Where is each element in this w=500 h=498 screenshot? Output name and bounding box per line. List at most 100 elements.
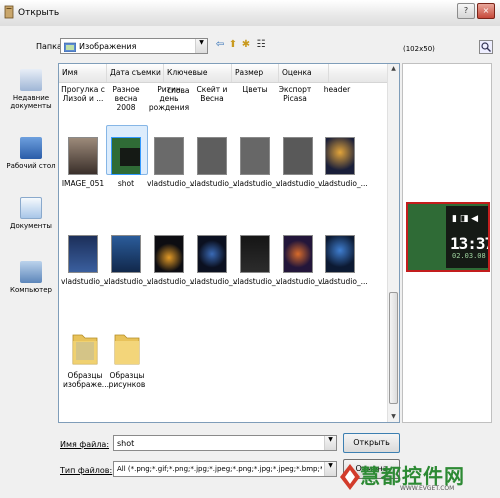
list-item[interactable]: Ритин день рождения <box>147 85 191 112</box>
item-label: Прогулка с Лизой и ... <box>61 85 105 103</box>
desktop-icon <box>20 137 42 159</box>
folder-icon <box>72 334 98 365</box>
item-label: Образцы рисунков <box>108 371 146 389</box>
column-size[interactable]: Размер <box>232 64 279 82</box>
preview-image: ▮ ◨ ◀ 13:37 02.03.08 <box>406 202 490 272</box>
list-item[interactable]: vladstudio_... <box>147 137 197 188</box>
close-button[interactable]: × <box>477 3 495 19</box>
item-label: vladstudio_... <box>318 179 368 188</box>
image-thumbnail <box>154 235 184 273</box>
list-item[interactable]: Цветы <box>233 85 277 94</box>
views-menu-icon[interactable]: ☷ <box>253 38 269 52</box>
chevron-down-icon[interactable]: ▼ <box>324 436 336 450</box>
image-thumbnail <box>283 235 313 273</box>
place-recent-documents[interactable]: Недавние документы <box>6 69 56 110</box>
item-label: Ритин день рождения <box>148 85 190 112</box>
filename-input[interactable]: shot ▼ <box>113 435 337 451</box>
place-computer[interactable]: Компьютер <box>6 261 56 294</box>
item-label: Разное весна 2008 <box>112 85 140 112</box>
image-thumbnail <box>325 137 355 175</box>
item-label: shot <box>117 179 135 188</box>
preview-clock-date: 02.03.08 <box>452 252 486 260</box>
item-label: Экспорт Picasa <box>278 85 312 103</box>
list-item[interactable]: vladstudio_... <box>190 137 240 188</box>
list-item[interactable]: vladstudio_... <box>61 235 111 286</box>
recent-docs-icon <box>20 69 42 91</box>
place-label: Недавние документы <box>10 94 52 110</box>
column-keywords[interactable]: Ключевые слова <box>164 64 232 95</box>
up-folder-icon[interactable]: ⬆ <box>227 38 239 52</box>
watermark: 慧都控件网 WWW.EVGET.COM <box>338 458 498 498</box>
list-item[interactable]: vladstudio_... <box>318 235 368 286</box>
pictures-folder-icon <box>64 42 76 52</box>
place-desktop[interactable]: Рабочий стол <box>6 137 56 170</box>
list-item[interactable]: vladstudio_... <box>104 235 154 286</box>
image-thumbnail <box>154 137 184 175</box>
image-thumbnail <box>197 137 227 175</box>
folder-icon <box>114 334 140 365</box>
image-thumbnail <box>68 137 98 175</box>
folder-item[interactable]: Образцы рисунков <box>105 327 149 389</box>
item-label: Скейт и Весна <box>196 85 228 103</box>
list-item[interactable]: vladstudio_... <box>233 137 283 188</box>
item-label: Цветы <box>242 85 268 94</box>
item-label: header <box>323 85 351 94</box>
list-item[interactable]: vladstudio_... <box>276 235 326 286</box>
place-label: Документы <box>10 222 52 230</box>
list-item[interactable]: IMAGE_051 <box>61 137 105 188</box>
list-item[interactable]: vladstudio_... <box>318 137 368 188</box>
list-item[interactable]: vladstudio_... <box>190 235 240 286</box>
scroll-down-icon[interactable]: ▼ <box>388 412 399 422</box>
list-item[interactable]: vladstudio_... <box>233 235 283 286</box>
filetype-value: All (*.png;*.gif;*.png;*.jpg;*.jpeg;*.pn… <box>117 465 322 473</box>
chevron-down-icon[interactable]: ▼ <box>195 39 207 53</box>
folder-value: Изображения <box>79 42 137 51</box>
image-thumbnail <box>197 235 227 273</box>
folder-combo[interactable]: Изображения ▼ <box>60 38 208 54</box>
list-item[interactable]: Разное весна 2008 <box>104 85 148 112</box>
title-bar: Открыть ? × <box>0 0 500 26</box>
app-icon <box>4 5 14 19</box>
scrollbar-thumb[interactable] <box>389 292 398 404</box>
column-rating[interactable]: Оценка <box>279 64 329 82</box>
window-title: Открыть <box>18 8 60 18</box>
list-item[interactable]: Прогулка с Лизой и ... <box>61 85 105 103</box>
image-thumbnail <box>240 235 270 273</box>
computer-icon <box>20 261 42 283</box>
image-thumbnail <box>283 137 313 175</box>
list-item[interactable]: Экспорт Picasa <box>273 85 317 103</box>
filename-label: Имя файла: <box>60 440 110 449</box>
image-thumbnail <box>325 235 355 273</box>
places-bar: Недавние документы Рабочий стол Документ… <box>6 63 56 423</box>
image-thumbnail <box>68 235 98 273</box>
documents-icon <box>20 197 42 219</box>
preview-clock-time: 13:37 <box>450 234 490 253</box>
list-item[interactable]: header <box>315 85 359 94</box>
list-item[interactable]: vladstudio_... <box>276 137 326 188</box>
image-thumbnail <box>111 235 141 273</box>
preview-size-label: (102x50) <box>403 45 435 53</box>
back-icon[interactable]: ⇦ <box>214 38 226 52</box>
folder-item[interactable]: Образцы изображе... <box>63 327 109 389</box>
scroll-up-icon[interactable]: ▲ <box>388 64 399 74</box>
new-folder-icon[interactable]: ✱ <box>240 38 252 52</box>
column-name[interactable]: Имя <box>59 64 107 82</box>
list-item-selected[interactable]: shot <box>104 137 148 188</box>
file-list[interactable]: Имя Дата съемки Ключевые слова Размер Оц… <box>58 63 400 423</box>
watermark-url: WWW.EVGET.COM <box>400 485 455 492</box>
filetype-select[interactable]: All (*.png;*.gif;*.png;*.jpg;*.jpeg;*.pn… <box>113 461 337 477</box>
vertical-scrollbar[interactable]: ▲ ▼ <box>387 64 399 422</box>
image-thumbnail <box>240 137 270 175</box>
place-label: Рабочий стол <box>6 162 56 170</box>
column-date-taken[interactable]: Дата съемки <box>107 64 164 82</box>
help-button[interactable]: ? <box>457 3 475 19</box>
place-documents[interactable]: Документы <box>6 197 56 230</box>
preview-settings-icon[interactable] <box>479 40 493 54</box>
item-label: Образцы изображе... <box>63 371 109 389</box>
place-label: Компьютер <box>10 286 52 294</box>
list-item[interactable]: Скейт и Весна <box>190 85 234 103</box>
column-header: Имя Дата съемки Ключевые слова Размер Оц… <box>59 64 388 95</box>
open-button[interactable]: Открыть <box>343 433 400 453</box>
chevron-down-icon[interactable]: ▼ <box>324 462 336 476</box>
list-item[interactable]: vladstudio_... <box>147 235 197 286</box>
